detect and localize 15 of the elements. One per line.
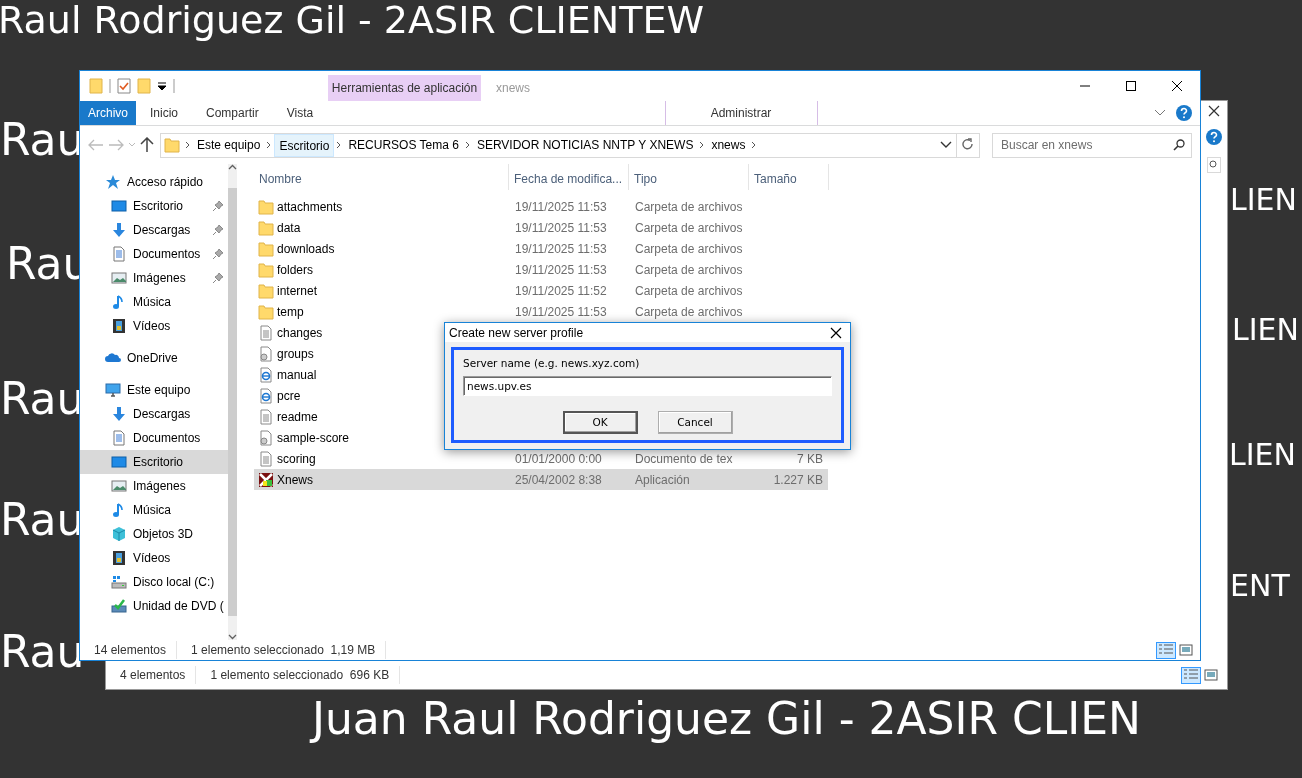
window-title: xnews [495,80,531,97]
wallpaper-text: ENT [1230,571,1290,601]
wallpaper-text: Rau [0,377,85,421]
wallpaper-text: LIEN [1229,440,1296,470]
contextual-tab-group: Herramientas de aplicación [328,75,481,101]
selection-info: 1 elemento seleccionado 696 KB [196,666,401,684]
dialog-title: Create new server profile [449,324,584,342]
selection-info: 1 elemento seleccionado 1,19 MB [177,641,387,659]
field-label: Server name (e.g. news.xyz.com) [463,356,641,372]
wallpaper-text: LIEN [1230,185,1297,215]
wallpaper-text: LIEN [1232,315,1299,345]
wallpaper-text: Raul Rodriguez Gil - 2ASIR CLIENTEW [0,1,704,39]
item-count: 14 elementos [80,641,178,659]
item-count: 4 elementos [106,666,197,684]
wallpaper-text: Rau [0,498,85,542]
